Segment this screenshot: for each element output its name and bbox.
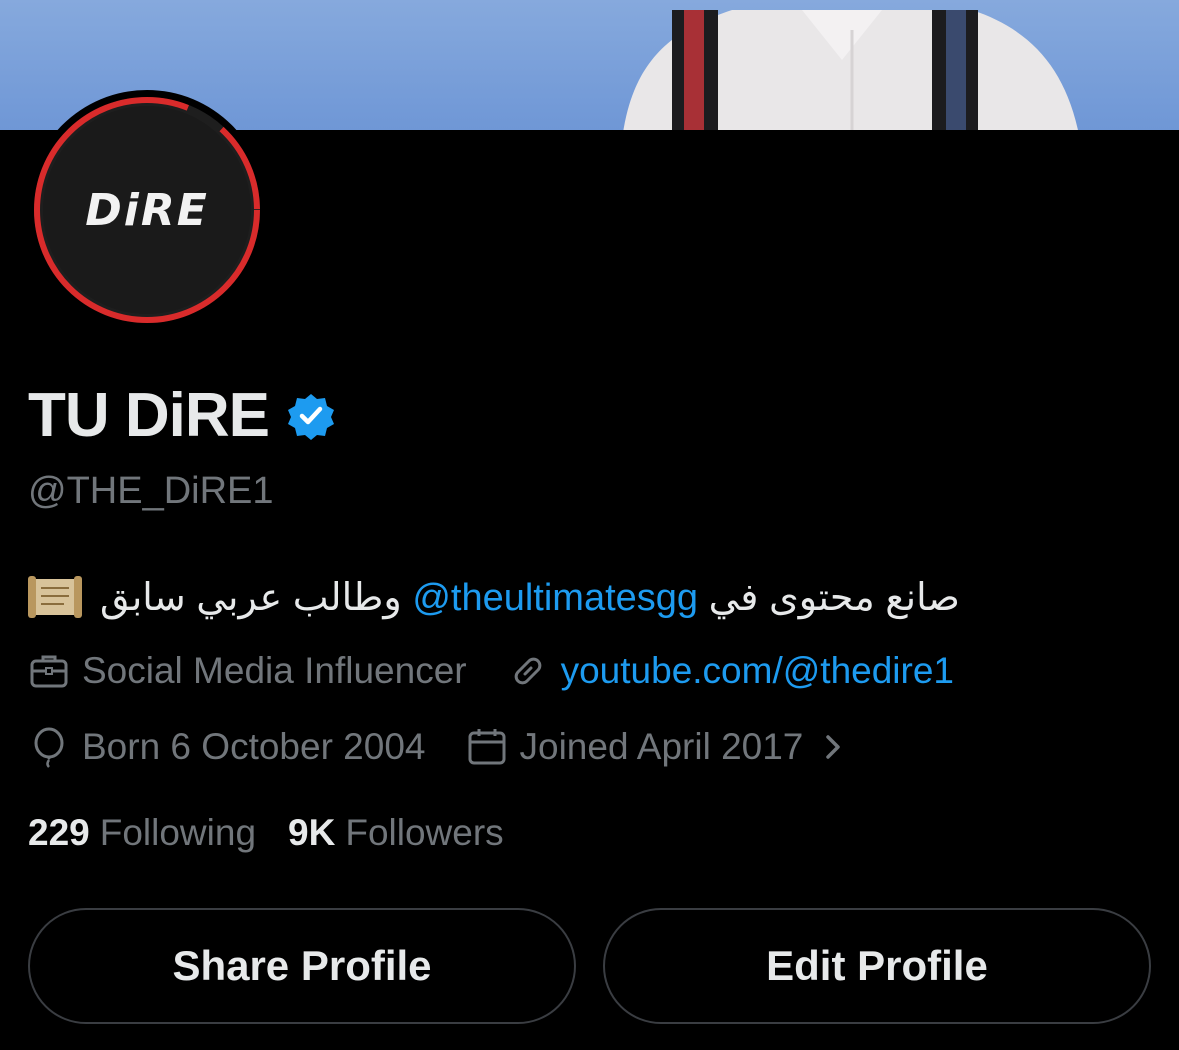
- bio: صانع محتوى في @theultimatesgg وطالب عربي…: [28, 570, 1078, 624]
- following-link[interactable]: 229 Following: [28, 812, 256, 854]
- following-count: 229: [28, 812, 90, 853]
- briefcase-icon: [30, 655, 68, 688]
- scroll-icon: [28, 576, 82, 618]
- website-link[interactable]: youtube.com/@thedire1: [561, 650, 954, 692]
- balloon-icon: [34, 727, 64, 768]
- bio-text-start: صانع محتوى في: [698, 576, 960, 619]
- followers-count: 9K: [288, 812, 336, 853]
- edit-profile-button[interactable]: Edit Profile: [603, 908, 1151, 1024]
- joined-date: Joined April 2017: [519, 726, 804, 767]
- bio-mention-link[interactable]: @theultimatesgg: [412, 577, 698, 619]
- followers-label: Followers: [345, 812, 504, 853]
- avatar-logo-text: DiRE: [85, 185, 209, 236]
- joined-date-button[interactable]: Joined April 2017: [466, 726, 852, 768]
- followers-link[interactable]: 9K Followers: [288, 812, 504, 854]
- chevron-right-icon: [826, 735, 841, 759]
- avatar[interactable]: DiRE: [27, 90, 267, 330]
- following-label: Following: [99, 812, 257, 853]
- calendar-icon: [468, 729, 505, 765]
- birthday: Born 6 October 2004: [82, 726, 426, 767]
- display-name: TU DiRE: [28, 381, 270, 450]
- username-handle: @THE_DiRE1: [28, 470, 274, 512]
- banner-photo: [623, 10, 1078, 130]
- share-profile-button[interactable]: Share Profile: [28, 908, 576, 1024]
- verified-badge-icon[interactable]: [287, 392, 335, 440]
- profile-category: Social Media Influencer: [82, 650, 467, 691]
- bio-text-end: وطالب عربي سابق: [100, 576, 413, 619]
- link-icon: [514, 657, 541, 685]
